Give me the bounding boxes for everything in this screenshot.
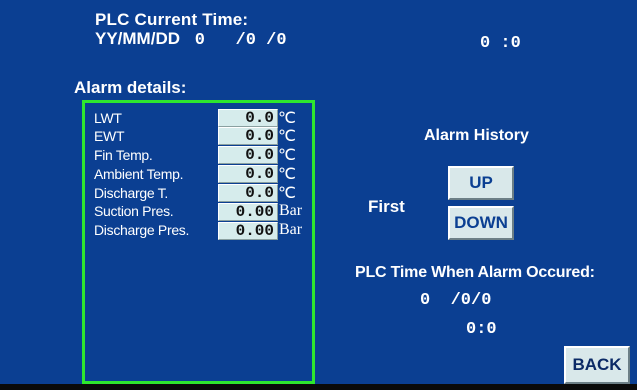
alarm-date-value: 0 /0/0 <box>420 291 492 310</box>
hmi-screen: PLC Current Time: YY/MM/DD 0 /0 /0 0 :0 … <box>0 0 637 384</box>
plc-current-time-value: 0 :0 <box>480 34 521 53</box>
plc-current-date-value: 0 /0 /0 <box>194 31 287 50</box>
bottom-strip <box>0 384 637 390</box>
alarm-row-label-ambient-temp: Ambient Temp. <box>94 166 184 182</box>
alarm-time-label: PLC Time When Alarm Occured: <box>355 264 595 281</box>
alarm-history-title: Alarm History <box>424 127 529 144</box>
alarm-row-label-lwt: LWT <box>94 110 122 126</box>
alarm-row-label-suction-pres: Suction Pres. <box>94 203 174 219</box>
plc-current-time-label: PLC Current Time: <box>95 10 249 29</box>
date-format-label: YY/MM/DD <box>95 29 180 48</box>
alarm-row-value-ewt: 0.0 <box>218 127 278 145</box>
alarm-row-value-lwt: 0.0 <box>218 109 278 127</box>
alarm-row-unit-ambient-temp: ℃ <box>278 166 296 183</box>
alarm-details-title: Alarm details: <box>74 78 187 97</box>
alarm-row-value-suction-pres: 0.00 <box>218 203 278 221</box>
alarm-row-label-ewt: EWT <box>94 128 125 144</box>
alarm-row-label-discharge-pres: Discharge Pres. <box>94 222 190 238</box>
alarm-row-value-discharge-pres: 0.00 <box>218 222 278 240</box>
plc-current-date-row: YY/MM/DD 0 /0 /0 <box>95 29 287 50</box>
down-button[interactable]: DOWN <box>448 206 514 240</box>
alarm-row-label-discharge-t: Discharge T. <box>94 185 168 201</box>
alarm-row-value-fin-temp: 0.0 <box>218 146 278 164</box>
alarm-row-unit-lwt: ℃ <box>278 110 296 127</box>
alarm-row-unit-ewt: ℃ <box>278 128 296 145</box>
back-button[interactable]: BACK <box>564 346 630 384</box>
alarm-row-value-ambient-temp: 0.0 <box>218 165 278 183</box>
alarm-row-label-fin-temp: Fin Temp. <box>94 147 153 163</box>
alarm-row-unit-discharge-pres: Bar <box>279 221 303 238</box>
alarm-row-unit-suction-pres: Bar <box>279 202 303 219</box>
alarm-position-label: First <box>368 197 405 216</box>
alarm-row-unit-discharge-t: ℃ <box>278 185 296 202</box>
alarm-row-unit-fin-temp: ℃ <box>278 147 296 164</box>
up-button[interactable]: UP <box>448 166 514 200</box>
alarm-row-value-discharge-t: 0.0 <box>218 184 278 202</box>
alarm-time-value: 0:0 <box>466 320 497 339</box>
